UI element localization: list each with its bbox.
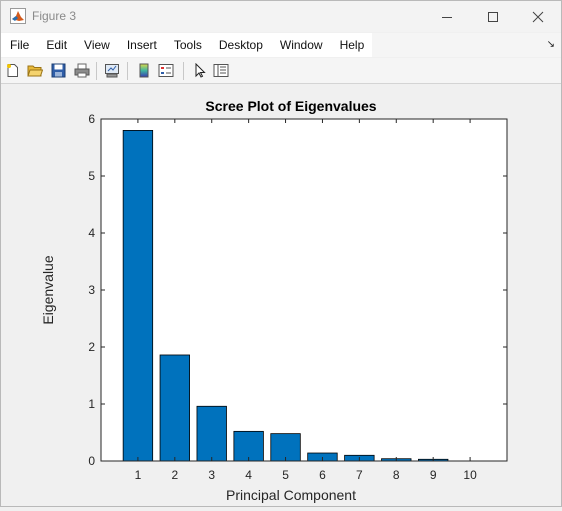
bar-pc-5: [270, 433, 301, 462]
x-tick-label: 1: [135, 468, 142, 482]
legend-icon: [158, 64, 173, 77]
property-inspector-icon: [213, 64, 228, 77]
property-inspector-button[interactable]: [212, 62, 229, 79]
menu-help[interactable]: Help: [331, 33, 373, 57]
print-icon: [74, 63, 89, 78]
maximize-button[interactable]: [470, 1, 516, 32]
close-icon: [532, 11, 544, 22]
edit-plot-icon: [195, 63, 206, 78]
save-button[interactable]: [50, 62, 67, 79]
link-plot-icon: [104, 64, 119, 78]
menu-view[interactable]: View: [75, 33, 118, 57]
x-tick-label: 4: [245, 468, 252, 482]
menu-overflow-icon[interactable]: ↘: [547, 39, 555, 50]
minimize-icon: [442, 16, 452, 18]
toolbar-separator: [96, 62, 97, 80]
minimize-button[interactable]: [424, 1, 470, 32]
figure-toolbar: [1, 58, 561, 84]
print-button[interactable]: [73, 62, 90, 79]
x-tick-label: 5: [282, 468, 289, 482]
bar-pc-4: [233, 430, 264, 462]
new-figure-icon: [7, 64, 18, 77]
matlab-logo-icon: [10, 8, 26, 24]
y-tick-label: 3: [88, 283, 95, 297]
toolbar-separator: [127, 62, 128, 80]
window-title: Figure 3: [32, 9, 77, 23]
figure-canvas[interactable]: 0 1 2 3 4 5 6 1 2 3 4 5 6 7 8 9 10 Scree Plot of Eigenv…: [1, 84, 561, 506]
bar-pc-1: [122, 130, 154, 462]
menu-window[interactable]: Window: [271, 33, 331, 57]
bar-pc-2: [159, 354, 190, 462]
x-axis-label: Principal Component: [226, 487, 356, 503]
menu-tools[interactable]: Tools: [165, 33, 210, 57]
x-tick-label: 9: [430, 468, 437, 482]
colorbar-icon: [139, 63, 148, 78]
link-plot-button[interactable]: [103, 62, 120, 79]
open-file-button[interactable]: [26, 62, 43, 79]
menu-edit[interactable]: Edit: [37, 33, 75, 57]
y-tick-label: 4: [88, 226, 95, 240]
scree-plot-chart: 0 1 2 3 4 5 6 1 2 3 4 5 6 7 8 9 10 Scree Plot of Eigenv…: [40, 98, 508, 503]
save-icon: [51, 63, 66, 78]
y-tick-label: 6: [88, 112, 95, 126]
y-axis-label: Eigenvalue: [40, 255, 56, 324]
colorbar-button[interactable]: [135, 62, 152, 79]
title-bar[interactable]: Figure 3: [1, 1, 561, 32]
y-tick-label: 0: [88, 454, 95, 468]
y-tick-label: 1: [88, 397, 95, 411]
menu-bar: File Edit View Insert Tools Desktop Wind…: [1, 33, 561, 57]
close-button[interactable]: [515, 1, 561, 32]
bar-pc-3: [196, 405, 227, 462]
y-tick-label: 5: [88, 169, 95, 183]
menu-insert[interactable]: Insert: [118, 33, 165, 57]
maximize-icon: [488, 11, 498, 22]
legend-button[interactable]: [157, 62, 174, 79]
menu-file[interactable]: File: [1, 33, 37, 57]
edit-plot-button[interactable]: [190, 62, 207, 79]
x-tick-label: 7: [356, 468, 363, 482]
x-tick-label: 6: [319, 468, 326, 482]
chart-title: Scree Plot of Eigenvalues: [205, 98, 376, 114]
x-tick-label: 8: [393, 468, 400, 482]
new-figure-button[interactable]: [4, 62, 21, 79]
figure-window: Figure 3 File Edit View Insert Tools Des…: [0, 0, 562, 507]
x-tick-label: 2: [171, 468, 178, 482]
open-file-icon: [26, 65, 43, 77]
x-tick-label: 3: [208, 468, 215, 482]
toolbar-separator: [183, 62, 184, 80]
menu-desktop[interactable]: Desktop: [210, 33, 271, 57]
x-tick-label: 10: [463, 468, 477, 482]
y-tick-label: 2: [88, 340, 95, 354]
